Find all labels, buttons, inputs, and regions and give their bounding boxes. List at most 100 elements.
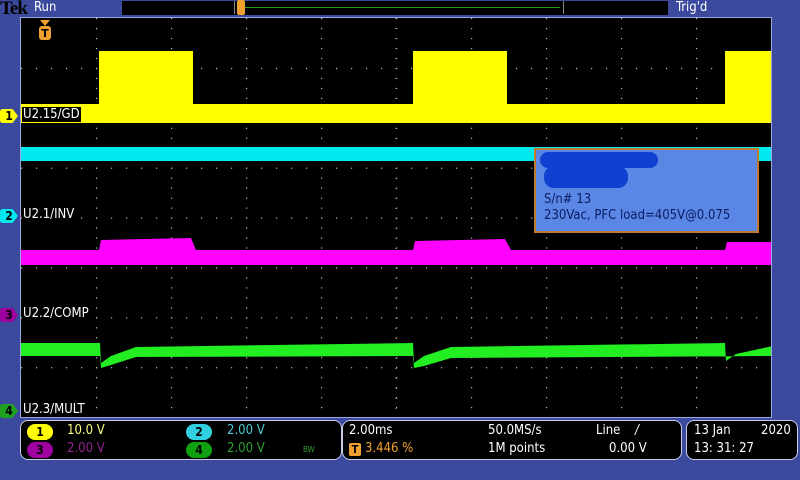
trigger-position-top-icon[interactable] xyxy=(237,0,245,15)
grid-dot xyxy=(201,317,203,319)
grid-dot xyxy=(726,317,728,319)
grid-dot xyxy=(681,67,683,70)
grid-dot xyxy=(111,267,113,269)
grid-dot xyxy=(261,367,263,369)
grid-dot xyxy=(531,267,533,269)
grid-dot xyxy=(351,217,353,219)
grid-dot xyxy=(126,317,128,319)
grid-dot xyxy=(696,18,698,20)
grid-dot xyxy=(321,137,323,139)
grid-dot xyxy=(666,367,668,369)
grid-dot xyxy=(486,367,488,369)
grid-dot xyxy=(546,267,548,269)
grid-dot xyxy=(171,47,173,50)
grid-dot xyxy=(96,327,98,329)
grid-dot xyxy=(156,367,158,369)
horizontal-trigger-panel[interactable]: 2.00ms T 3.446 % 50.0MS/s 1M points Line… xyxy=(342,420,682,460)
annotation-note[interactable]: S/n# 13 230Vac, PFC load=405V@0.075 xyxy=(534,148,759,233)
grid-dot xyxy=(96,407,98,409)
grid-dot xyxy=(426,317,428,319)
grid-dot xyxy=(126,217,128,219)
grid-dot xyxy=(171,18,173,20)
grid-dot xyxy=(696,267,698,269)
grid-dot xyxy=(546,297,548,299)
ch3-label: U2.2/COMP xyxy=(22,306,90,321)
ch3-scale[interactable]: 2.00 V xyxy=(67,441,105,456)
ch2-marker[interactable]: 2 xyxy=(0,209,18,223)
grid-dot xyxy=(246,127,248,129)
grid-dot xyxy=(141,167,143,169)
grid-dot xyxy=(171,297,173,299)
grid-dot xyxy=(321,18,323,20)
ch2-badge[interactable]: 2 xyxy=(186,424,212,440)
grid-dot xyxy=(81,217,83,219)
grid-dot xyxy=(471,317,473,319)
grid-dot xyxy=(276,317,278,319)
ch4-scale[interactable]: 2.00 V xyxy=(227,441,265,456)
grid-dot xyxy=(381,367,383,369)
ch2-scale[interactable]: 2.00 V xyxy=(227,423,265,438)
ch1-label: U2.15/GD xyxy=(22,107,81,122)
grid-dot xyxy=(291,317,293,319)
grid-dot xyxy=(216,367,218,369)
grid-dot xyxy=(186,217,188,219)
grid-dot xyxy=(36,167,38,169)
grid-dot xyxy=(96,387,98,389)
grid-dot xyxy=(96,37,98,40)
grid-dot xyxy=(96,227,98,229)
ch1-scale[interactable]: 10.0 V xyxy=(67,423,105,438)
grid-dot xyxy=(696,317,698,319)
grid-dot xyxy=(591,317,593,319)
grid-dot xyxy=(621,247,623,249)
grid-dot xyxy=(321,277,323,279)
grid-dot xyxy=(546,237,548,239)
grid-dot xyxy=(351,67,353,70)
grid-dot xyxy=(636,267,638,269)
grid-dot xyxy=(621,397,623,399)
grid-dot xyxy=(696,327,698,329)
grid-dot xyxy=(696,137,698,139)
grid-dot xyxy=(636,317,638,319)
ch3-marker[interactable]: 3 xyxy=(0,308,18,322)
grid-dot xyxy=(96,187,98,189)
grid-dot xyxy=(96,18,98,20)
ch1-marker[interactable]: 1 xyxy=(0,109,18,123)
trigger-position[interactable]: 3.446 % xyxy=(365,441,413,456)
grid-dot xyxy=(201,367,203,369)
ch3-badge[interactable]: 3 xyxy=(27,442,53,458)
grid-dot xyxy=(276,267,278,269)
grid-dot xyxy=(531,367,533,369)
grid-dot xyxy=(606,267,608,269)
grid-dot xyxy=(231,67,233,70)
grid-dot xyxy=(96,137,98,139)
timebase[interactable]: 2.00ms xyxy=(349,423,393,438)
grid-dot xyxy=(546,37,548,40)
grid-dot xyxy=(366,67,368,70)
grid-dot xyxy=(471,237,473,239)
grid-dot xyxy=(321,227,323,229)
grid-dot xyxy=(696,247,698,249)
grid-dot xyxy=(471,227,473,229)
trigger-slope-icon[interactable]: / xyxy=(635,423,639,438)
grid-dot xyxy=(321,397,323,399)
grid-dot xyxy=(156,317,158,319)
trigger-level[interactable]: 0.00 V xyxy=(609,441,647,456)
grid-dot xyxy=(411,167,413,169)
grid-dot xyxy=(546,47,548,50)
grid-dot xyxy=(171,197,173,199)
grid-dot xyxy=(411,367,413,369)
trigger-source[interactable]: Line xyxy=(596,423,620,438)
grid-dot xyxy=(276,217,278,219)
grid-dot xyxy=(126,167,128,169)
vertical-settings-panel[interactable]: 1 10.0 V 2 2.00 V 3 2.00 V 4 2.00 V BW xyxy=(20,420,342,460)
grid-dot xyxy=(441,317,443,319)
grid-dot xyxy=(21,367,23,369)
grid-dot xyxy=(171,287,173,289)
grid-dot xyxy=(621,307,623,309)
ch1-badge[interactable]: 1 xyxy=(27,424,53,440)
record-length[interactable]: 1M points xyxy=(488,441,545,456)
grid-dot xyxy=(486,167,488,169)
ch4-badge[interactable]: 4 xyxy=(186,442,212,458)
grid-dot xyxy=(246,37,248,40)
ch4-marker[interactable]: 4 xyxy=(0,404,18,418)
